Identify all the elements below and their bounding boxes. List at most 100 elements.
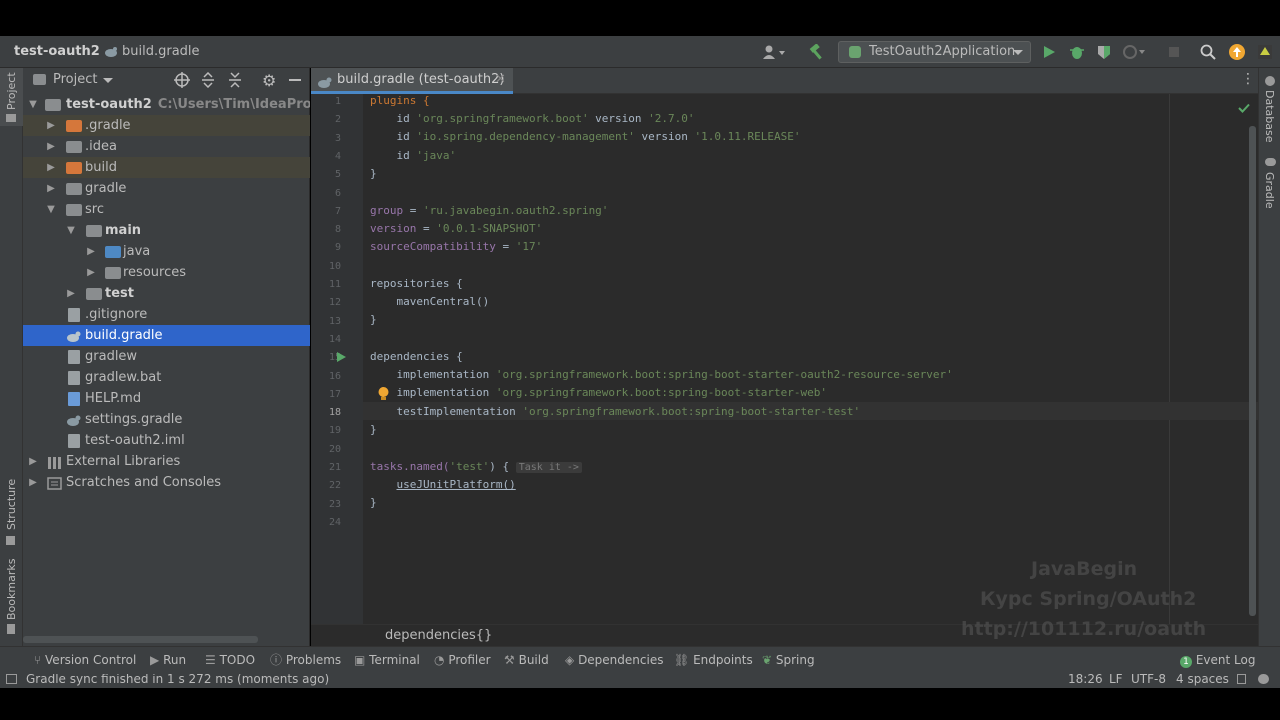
close-icon[interactable]: ✕: [495, 68, 506, 92]
code-line[interactable]: }: [370, 313, 377, 326]
tree-item-settings-gradle[interactable]: settings.gradle: [23, 409, 310, 430]
code-line[interactable]: sourceCompatibility = '17': [370, 240, 542, 253]
line-number[interactable]: 21: [311, 462, 341, 473]
code-line[interactable]: group = 'ru.javabegin.oauth2.spring': [370, 204, 608, 217]
code-line[interactable]: repositories {: [370, 277, 463, 290]
tree-item-test[interactable]: ▶ test: [23, 283, 310, 304]
build-tab[interactable]: ⚒ Build: [504, 647, 549, 674]
line-number[interactable]: 19: [311, 425, 341, 436]
code-line[interactable]: testImplementation 'org.springframework.…: [370, 405, 861, 418]
line-number[interactable]: 23: [311, 499, 341, 510]
lock-icon[interactable]: [1237, 674, 1246, 684]
run-configuration-selector[interactable]: TestOauth2Application: [838, 41, 1031, 63]
code-line[interactable]: id 'io.spring.dependency-management' ver…: [370, 130, 801, 143]
line-number[interactable]: 20: [311, 444, 341, 455]
chevron-down-icon[interactable]: ▼: [27, 94, 39, 115]
line-number[interactable]: 11: [311, 279, 341, 290]
line-number[interactable]: 7: [311, 206, 341, 217]
more-tabs-icon[interactable]: ⋮: [1241, 71, 1255, 87]
chevron-right-icon[interactable]: ▶: [45, 136, 57, 157]
user-icon[interactable]: [762, 36, 786, 68]
line-number[interactable]: 13: [311, 316, 341, 327]
lightbulb-icon[interactable]: [377, 386, 390, 405]
vertical-scrollbar[interactable]: [1249, 126, 1256, 616]
stop-icon[interactable]: [1167, 36, 1181, 68]
run-icon[interactable]: [1042, 36, 1056, 68]
toggle-tool-windows-icon[interactable]: [6, 674, 17, 684]
tree-item-gradle-dir[interactable]: ▶ .gradle: [23, 115, 310, 136]
run-tab[interactable]: ▶ Run: [150, 647, 186, 674]
line-number[interactable]: 16: [311, 371, 341, 382]
status-message[interactable]: Gradle sync finished in 1 s 272 ms (mome…: [26, 674, 329, 686]
tree-root[interactable]: ▼ test-oauth2 C:\Users\Tim\IdeaProjects\t…: [23, 94, 310, 115]
chevron-down-icon[interactable]: ▼: [45, 199, 57, 220]
chevron-right-icon[interactable]: ▶: [27, 451, 39, 472]
line-separator[interactable]: LF: [1109, 674, 1123, 686]
chevron-right-icon[interactable]: ▶: [65, 283, 77, 304]
code-line[interactable]: id 'java': [370, 149, 457, 162]
collapse-all-icon[interactable]: [228, 72, 242, 92]
code-line[interactable]: }: [370, 167, 377, 180]
problems-tab[interactable]: ⓘ Problems: [270, 647, 341, 674]
no-problems-check-icon[interactable]: [1238, 102, 1250, 117]
code-line[interactable]: }: [370, 423, 377, 436]
chevron-right-icon[interactable]: ▶: [45, 115, 57, 136]
event-log-tab[interactable]: 1 Event Log: [1180, 647, 1255, 674]
code-line[interactable]: }: [370, 496, 377, 509]
code-line[interactable]: mavenCentral(): [370, 295, 490, 308]
line-number[interactable]: 4: [311, 151, 341, 162]
line-number[interactable]: 2: [311, 114, 341, 125]
spring-tab[interactable]: ❦ Spring: [762, 647, 815, 674]
build-hammer-icon[interactable]: [808, 36, 826, 68]
memory-indicator-icon[interactable]: [1258, 674, 1269, 684]
chevron-down-icon[interactable]: ▼: [65, 220, 77, 241]
tree-item-iml[interactable]: test-oauth2.iml: [23, 430, 310, 451]
chevron-right-icon[interactable]: ▶: [45, 157, 57, 178]
file-encoding[interactable]: UTF-8: [1131, 674, 1166, 686]
tree-item-build-gradle[interactable]: build.gradle: [23, 325, 310, 346]
search-icon[interactable]: [1200, 36, 1216, 68]
line-number[interactable]: 5: [311, 169, 341, 180]
chevron-right-icon[interactable]: ▶: [45, 178, 57, 199]
project-tool-tab[interactable]: Project: [0, 68, 23, 126]
tree-item-src[interactable]: ▼ src: [23, 199, 310, 220]
code-line[interactable]: version = '0.0.1-SNAPSHOT': [370, 222, 542, 235]
tree-item-help-md[interactable]: HELP.md: [23, 388, 310, 409]
code-line[interactable]: implementation 'org.springframework.boot…: [370, 386, 827, 399]
code-line[interactable]: implementation 'org.springframework.boot…: [370, 368, 953, 381]
tree-item-gradlew-bat[interactable]: gradlew.bat: [23, 367, 310, 388]
gradle-tool-tab[interactable]: Gradle: [1259, 156, 1280, 216]
expand-all-icon[interactable]: [201, 71, 215, 92]
tree-item-build[interactable]: ▶ build: [23, 157, 310, 178]
tree-item-main[interactable]: ▼ main: [23, 220, 310, 241]
line-number[interactable]: 12: [311, 297, 341, 308]
tree-item-gradle[interactable]: ▶ gradle: [23, 178, 310, 199]
locate-target-icon[interactable]: [174, 72, 190, 92]
chevron-down-icon[interactable]: [103, 78, 113, 83]
line-number[interactable]: 18: [311, 407, 341, 418]
update-icon[interactable]: [1228, 36, 1246, 68]
bookmarks-tool-tab[interactable]: Bookmarks: [0, 558, 23, 638]
code-line[interactable]: plugins {: [370, 94, 430, 107]
run-gutter-icon[interactable]: [336, 351, 346, 366]
line-number[interactable]: 22: [311, 480, 341, 491]
version-control-tab[interactable]: ⑂ Version Control: [34, 647, 136, 674]
gear-icon[interactable]: ⚙: [262, 71, 276, 90]
todo-tab[interactable]: ☰ TODO: [205, 647, 255, 674]
tree-item-gitignore[interactable]: .gitignore: [23, 304, 310, 325]
line-number[interactable]: 14: [311, 334, 341, 345]
code-line[interactable]: useJUnitPlatform(): [370, 478, 516, 491]
code-line[interactable]: tasks.named('test') { Task it ->: [370, 460, 582, 473]
chevron-right-icon[interactable]: ▶: [85, 262, 97, 283]
tree-item-java[interactable]: ▶ java: [23, 241, 310, 262]
breadcrumb-file[interactable]: build.gradle: [122, 36, 200, 68]
tree-item-scratches[interactable]: ▶ Scratches and Consoles: [23, 472, 310, 493]
endpoints-tab[interactable]: ⛓ Endpoints: [674, 647, 753, 674]
coverage-icon[interactable]: [1096, 36, 1112, 68]
line-number[interactable]: 8: [311, 224, 341, 235]
line-number[interactable]: 24: [311, 517, 341, 528]
chevron-right-icon[interactable]: ▶: [27, 472, 39, 493]
project-view-selector[interactable]: Project: [53, 72, 97, 87]
dependencies-tab[interactable]: ◈ Dependencies: [565, 647, 663, 674]
line-number[interactable]: 3: [311, 133, 341, 144]
